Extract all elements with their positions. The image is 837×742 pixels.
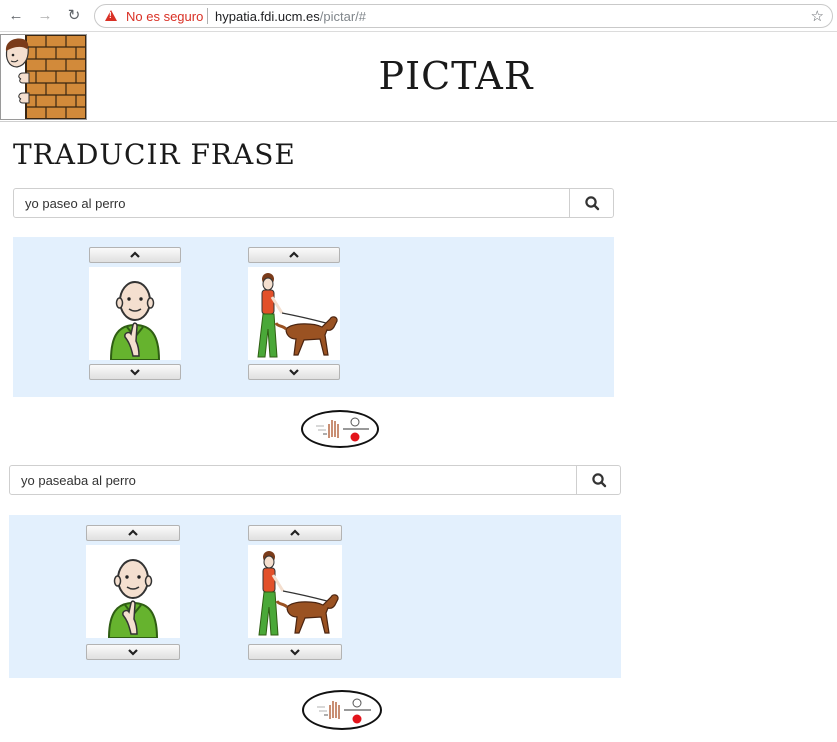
move-down-button[interactable] — [89, 364, 181, 380]
omnibox-separator — [207, 8, 208, 24]
move-down-button[interactable] — [86, 644, 180, 660]
page-title: Traducir frase — [13, 138, 296, 171]
warning-icon — [105, 10, 117, 21]
sign-language-icon — [316, 417, 369, 442]
forward-icon[interactable]: → — [35, 6, 55, 26]
sentence-input[interactable] — [14, 189, 570, 217]
search-icon — [585, 196, 600, 211]
browser-toolbar: ← → ↻ No es seguro hypatia.fdi.ucm.es/pi… — [0, 0, 837, 32]
translation-search-2 — [9, 465, 621, 495]
pictogram-image-yo[interactable] — [86, 545, 180, 638]
pictogram-panel — [13, 237, 614, 397]
pictogram-panel — [9, 515, 621, 678]
app-title: PICTAR — [378, 54, 534, 98]
move-up-button[interactable] — [89, 247, 181, 263]
app-header: PICTAR — [0, 32, 837, 122]
move-up-button[interactable] — [86, 525, 180, 541]
url-text[interactable]: hypatia.fdi.ucm.es/pictar/# — [215, 9, 366, 24]
move-up-button[interactable] — [248, 247, 340, 263]
search-icon — [592, 473, 607, 488]
move-down-button[interactable] — [248, 644, 342, 660]
chevron-down-icon — [290, 649, 300, 656]
bookmark-star-icon[interactable]: ☆ — [811, 7, 824, 25]
sign-language-button[interactable] — [301, 410, 379, 448]
chevron-down-icon — [128, 649, 138, 656]
search-button[interactable] — [569, 189, 613, 217]
chevron-up-icon — [290, 529, 300, 536]
back-icon[interactable]: ← — [6, 6, 26, 26]
chevron-down-icon — [130, 369, 140, 376]
move-down-button[interactable] — [248, 364, 340, 380]
reload-icon[interactable]: ↻ — [64, 6, 84, 26]
sign-language-button[interactable] — [302, 690, 382, 730]
address-bar[interactable]: No es seguro hypatia.fdi.ucm.es/pictar/#… — [94, 4, 833, 28]
sign-language-icon — [317, 698, 371, 724]
chevron-up-icon — [128, 529, 138, 536]
chevron-down-icon — [289, 369, 299, 376]
pictogram-image-pasear-perro[interactable] — [248, 267, 340, 360]
security-label[interactable]: No es seguro — [126, 9, 203, 24]
chevron-up-icon — [289, 251, 299, 258]
pictogram-image-yo[interactable] — [89, 267, 181, 360]
sentence-input[interactable] — [10, 466, 576, 494]
pictogram-image-pasear-perro[interactable] — [248, 545, 342, 638]
translation-search-1 — [13, 188, 614, 218]
chevron-up-icon — [130, 251, 140, 258]
search-button[interactable] — [576, 466, 620, 494]
move-up-button[interactable] — [248, 525, 342, 541]
